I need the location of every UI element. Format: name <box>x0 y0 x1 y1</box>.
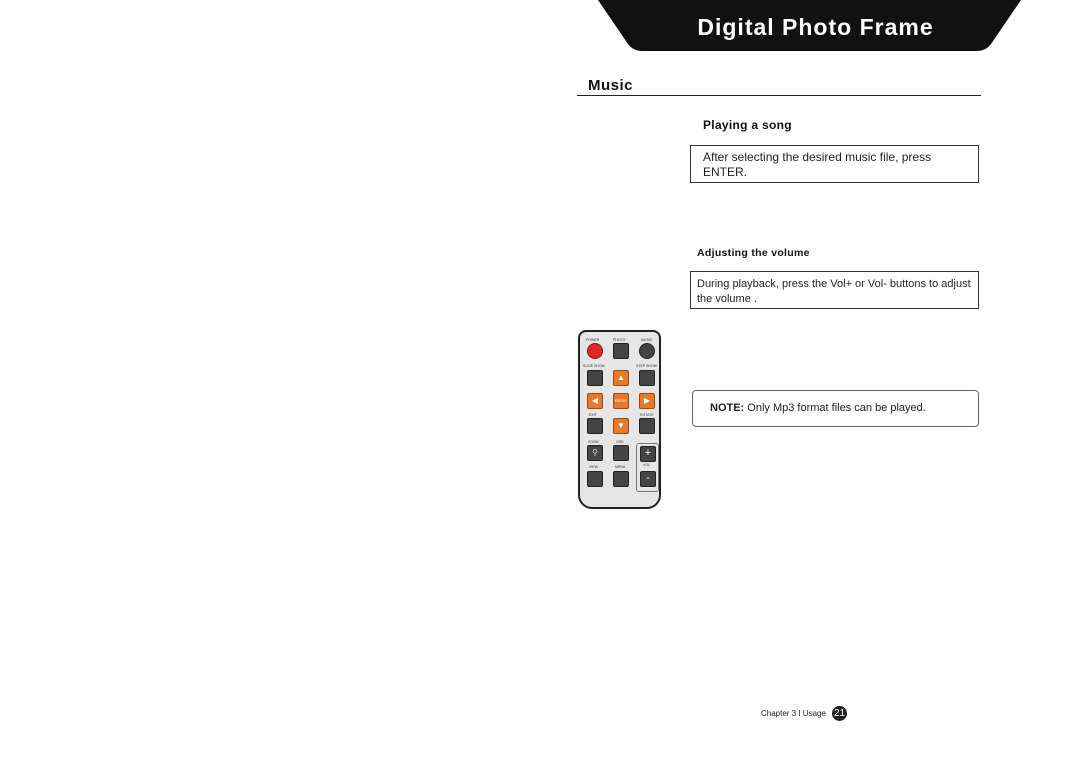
power-button <box>587 343 603 359</box>
label-zoom: ZOOM <box>588 440 599 444</box>
view-button <box>587 471 603 487</box>
right-arrow-icon: ▶ <box>639 393 655 409</box>
label-menu: MENU <box>615 465 626 469</box>
label-exit: EXIT <box>589 413 597 417</box>
label-osd: OSD <box>616 440 624 444</box>
slideshow-button <box>587 370 603 386</box>
label-power: POWER <box>586 338 600 342</box>
note-box: NOTE: Only Mp3 format files can be playe… <box>692 390 979 427</box>
exit-button <box>587 418 603 434</box>
up-arrow-icon: ▲ <box>613 370 629 386</box>
vol-plus-button: + <box>640 446 656 462</box>
page-number: 21 <box>832 706 847 721</box>
divider <box>577 95 981 96</box>
label-view: VIEW <box>589 465 598 469</box>
header-banner: Digital Photo Frame <box>598 0 1021 52</box>
zoom-icon: ⚲ <box>587 445 603 461</box>
enter-button: ENTER <box>613 393 629 409</box>
note-text: Only Mp3 format files can be played. <box>747 402 926 414</box>
volume-text: During playback, press the Vol+ or Vol- … <box>690 271 979 309</box>
playing-text: After selecting the desired music file, … <box>690 145 979 183</box>
volume-heading: Adjusting the volume <box>697 247 810 259</box>
left-arrow-icon: ◀ <box>587 393 603 409</box>
label-stepshow: STEP SHOW <box>636 364 657 368</box>
osd-button <box>613 445 629 461</box>
rotate-button <box>639 418 655 434</box>
vol-minus-button: - <box>640 471 656 487</box>
label-rotate: ROTATE <box>640 413 654 417</box>
remote-control-illustration: POWER PHOTO MUSIC SLIDE SHOW STEP SHOW ▲… <box>578 330 661 509</box>
menu-button <box>613 471 629 487</box>
photo-button <box>613 343 629 359</box>
label-slideshow: SLIDE SHOW <box>583 364 605 368</box>
label-music: MUSIC <box>641 338 653 342</box>
footer-chapter: Chapter 3 I Usage <box>761 709 826 718</box>
playing-heading: Playing a song <box>703 118 792 132</box>
section-title: Music <box>588 77 634 94</box>
header-title: Digital Photo Frame <box>697 14 934 40</box>
note-label: NOTE: <box>710 402 745 414</box>
label-vol: VOL <box>643 463 651 467</box>
down-arrow-icon: ▼ <box>613 418 629 434</box>
label-photo: PHOTO <box>613 338 626 342</box>
page: Digital Photo Frame Music Playing a song… <box>0 0 1080 764</box>
music-button <box>639 343 655 359</box>
stepshow-button <box>639 370 655 386</box>
